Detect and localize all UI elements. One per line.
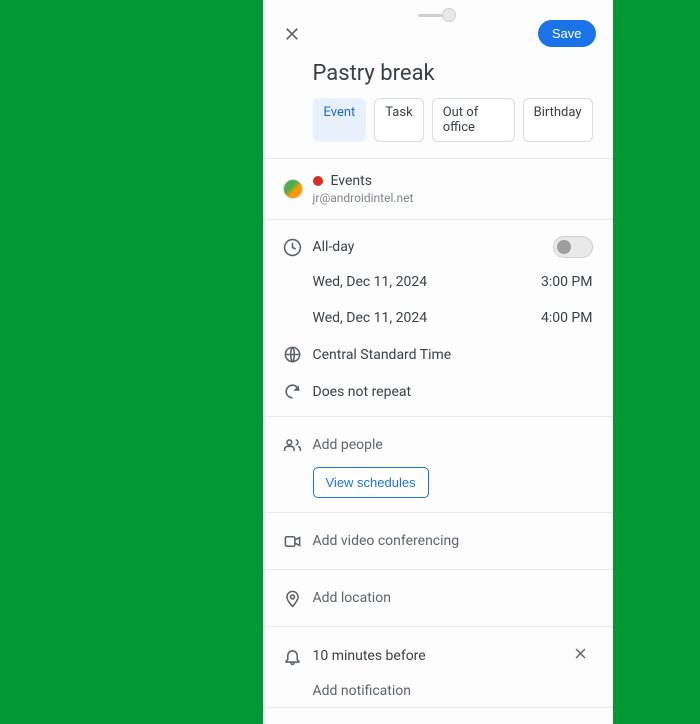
add-notification-row[interactable]: Add notification <box>313 683 593 699</box>
chip-birthday[interactable]: Birthday <box>523 98 593 142</box>
notification-value[interactable]: 10 minutes before <box>313 648 568 664</box>
location-icon <box>283 589 302 608</box>
clock-icon <box>283 238 302 257</box>
people-icon <box>283 436 302 455</box>
all-day-toggle[interactable] <box>553 236 593 258</box>
globe-icon <box>283 345 302 364</box>
calendar-color-dot <box>313 176 323 186</box>
calendar-name: Events <box>331 173 372 189</box>
event-type-chips: Event Task Out of office Birthday <box>263 98 613 158</box>
repeat-row[interactable]: Does not repeat <box>313 384 593 400</box>
chip-task[interactable]: Task <box>374 98 423 142</box>
repeat-icon <box>283 382 302 401</box>
close-button[interactable] <box>280 22 304 46</box>
avatar <box>283 179 303 199</box>
drag-handle[interactable] <box>418 8 458 22</box>
view-schedules-button[interactable]: View schedules <box>313 467 429 498</box>
close-icon <box>282 24 302 44</box>
add-people-row[interactable]: Add people <box>313 437 593 453</box>
start-time[interactable]: 3:00 PM <box>541 274 593 290</box>
bell-icon <box>283 647 302 666</box>
end-time[interactable]: 4:00 PM <box>541 310 593 326</box>
end-date[interactable]: Wed, Dec 11, 2024 <box>313 310 428 326</box>
start-date[interactable]: Wed, Dec 11, 2024 <box>313 274 428 290</box>
remove-notification-button[interactable] <box>568 641 593 671</box>
chip-out-of-office[interactable]: Out of office <box>432 98 515 142</box>
add-location-row[interactable]: Add location <box>313 590 593 606</box>
event-create-sheet: Save Pastry break Event Task Out of offi… <box>263 0 613 724</box>
all-day-label: All-day <box>313 239 553 255</box>
calendar-picker[interactable]: Events jr@androidintel.net <box>263 159 613 219</box>
chip-event[interactable]: Event <box>313 98 367 142</box>
video-icon <box>283 532 302 551</box>
timezone-row[interactable]: Central Standard Time <box>313 347 593 363</box>
add-video-row[interactable]: Add video conferencing <box>313 533 593 549</box>
calendar-email: jr@androidintel.net <box>313 191 593 205</box>
event-title-input[interactable]: Pastry break <box>263 55 613 98</box>
close-icon <box>572 645 589 662</box>
save-button[interactable]: Save <box>538 20 596 47</box>
